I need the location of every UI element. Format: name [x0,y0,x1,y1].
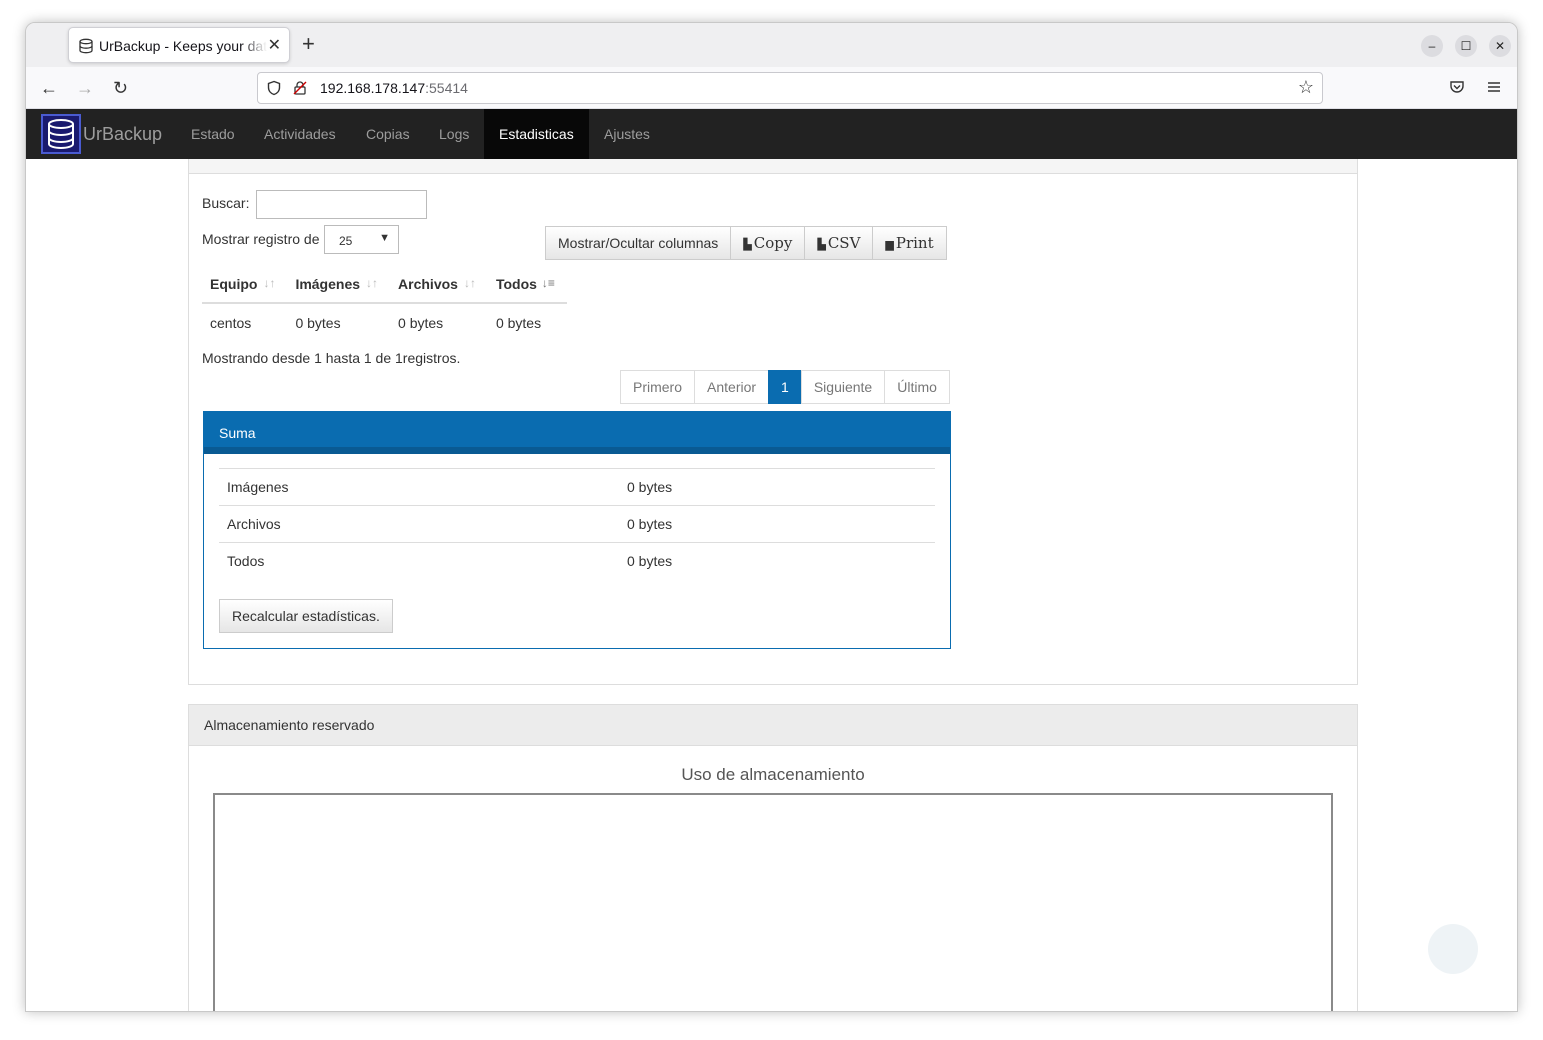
col-imagenes[interactable]: Imágenes ↓↑ [287,265,391,304]
suma-label: Imágenes [219,468,619,506]
print-label: Print [895,234,934,252]
close-window-button[interactable]: ✕ [1489,35,1511,57]
browser-tab[interactable]: UrBackup - Keeps your data safe ✕ [68,27,290,63]
url-port: :55414 [425,80,468,96]
chart-title: Uso de almacenamiento [681,765,865,784]
pagination: Primero Anterior 1 Siguiente Último [620,370,950,404]
table-buttons: Mostrar/Ocultar columnas ▙ Copy ▙ CSV ▆ Pri… [545,226,947,260]
suma-title: Suma [204,412,950,454]
watermark-logo [1428,924,1478,974]
suma-label: Archivos [219,505,619,543]
tab-bar: UrBackup - Keeps your data safe ✕ + – ☐ … [26,23,1517,67]
length-select[interactable]: 25 ▼ [324,225,399,254]
suma-table: Imágenes 0 bytes Archivos 0 bytes Todos … [219,468,935,580]
pocket-icon[interactable] [1449,77,1465,101]
col-todos[interactable]: Todos ↓≡ [487,265,567,304]
length-label: Mostrar registro de [202,231,320,247]
suma-row: Imágenes 0 bytes [219,468,935,506]
reload-button[interactable]: ↻ [113,76,128,100]
cell-todos: 0 bytes [495,314,542,331]
close-tab-icon[interactable]: ✕ [268,35,281,55]
csv-button[interactable]: ▙ CSV [804,226,874,260]
menu-icon[interactable] [1486,77,1502,101]
storage-chart-area [213,793,1333,1011]
suma-value: 0 bytes [619,542,935,580]
page-content: Buscar: Mostrar registro de 25 ▼ Mostrar… [26,159,1517,1011]
shield-icon[interactable] [266,80,282,99]
col-archivos[interactable]: Archivos ↓↑ [390,265,488,304]
printer-icon: ▆ [885,238,894,251]
storage-panel-title: Almacenamiento reservado [189,705,1357,746]
suma-panel: Suma Imágenes 0 bytes Archivos 0 bytes T… [203,411,951,649]
urbackup-logo-icon[interactable] [41,114,81,154]
lock-insecure-icon[interactable] [292,80,308,99]
copy-icon: ▙ [743,238,752,251]
menu-estado[interactable]: Estado [176,109,250,159]
length-select-value: 25 [339,234,353,248]
suma-value: 0 bytes [619,468,935,506]
sort-icon: ↓↑ [366,276,379,290]
new-tab-button[interactable]: + [302,32,315,56]
suma-value: 0 bytes [619,505,935,543]
tab-title: UrBackup - Keeps your data safe [99,38,267,54]
col-imagenes-label: Imágenes [295,275,361,292]
page-current-button[interactable]: 1 [768,370,802,404]
file-icon: ▙ [817,238,826,251]
cell-imagenes: 0 bytes [295,314,341,331]
table-row: centos 0 bytes 0 bytes 0 bytes [202,303,567,341]
page-first-button[interactable]: Primero [620,370,696,404]
minimize-button[interactable]: – [1421,35,1443,57]
stats-panel-header [189,159,1357,174]
page-last-button[interactable]: Último [884,370,950,404]
menu-estadisticas[interactable]: Estadisticas [484,109,589,159]
forward-button[interactable]: → [76,76,94,100]
stats-table: Equipo ↓↑ Imágenes ↓↑ Archivos ↓↑ Todos ↓≡ c… [202,265,567,341]
copy-button[interactable]: ▙ Copy [730,226,806,260]
cell-archivos: 0 bytes [398,314,444,331]
search-label: Buscar: [202,195,250,211]
storage-panel: Almacenamiento reservado Uso de almacena… [188,704,1358,1011]
url-bar[interactable]: 192.168.178.147:55414 ☆ [257,72,1323,104]
search-input[interactable] [256,190,427,219]
csv-label: CSV [827,234,861,252]
print-button[interactable]: ▆ Print [872,226,947,260]
col-todos-label: Todos [495,275,537,292]
browser-window: UrBackup - Keeps your data safe ✕ + – ☐ … [25,22,1518,1012]
maximize-button[interactable]: ☐ [1455,35,1477,57]
copy-label: Copy [753,234,793,252]
bookmark-star-icon[interactable]: ☆ [1298,77,1314,98]
page-prev-button[interactable]: Anterior [694,370,770,404]
menu-actividades[interactable]: Actividades [249,109,351,159]
back-button[interactable]: ← [40,76,58,100]
url-text: 192.168.178.147:55414 [320,80,468,96]
sort-desc-icon: ↓≡ [541,276,555,290]
recalc-button[interactable]: Recalcular estadísticas. [219,599,393,633]
table-header-row: Equipo ↓↑ Imágenes ↓↑ Archivos ↓↑ Todos ↓≡ [202,265,567,304]
sort-icon: ↓↑ [263,276,276,290]
colvis-button[interactable]: Mostrar/Ocultar columnas [545,226,732,260]
url-host: 192.168.178.147 [320,80,426,96]
menu-logs[interactable]: Logs [424,109,484,159]
suma-row: Todos 0 bytes [219,542,935,580]
col-equipo[interactable]: Equipo ↓↑ [202,265,288,304]
col-equipo-label: Equipo [210,275,258,292]
brand-name[interactable]: UrBackup [83,124,162,145]
col-archivos-label: Archivos [398,275,458,292]
menu-ajustes[interactable]: Ajustes [589,109,665,159]
app-navbar: UrBackup Estado Actividades Copias Logs … [26,109,1517,159]
menu-copias[interactable]: Copias [351,109,425,159]
suma-label: Todos [219,542,619,580]
table-info: Mostrando desde 1 hasta 1 de 1registros. [202,350,461,366]
chevron-down-icon: ▼ [379,232,390,244]
suma-row: Archivos 0 bytes [219,505,935,543]
database-icon [78,38,94,57]
page-next-button[interactable]: Siguiente [800,370,886,404]
nav-bar: ← → ↻ 192.168.178.147:55414 ☆ [26,67,1517,109]
cell-equipo: centos [210,314,252,331]
sort-icon: ↓↑ [463,276,476,290]
